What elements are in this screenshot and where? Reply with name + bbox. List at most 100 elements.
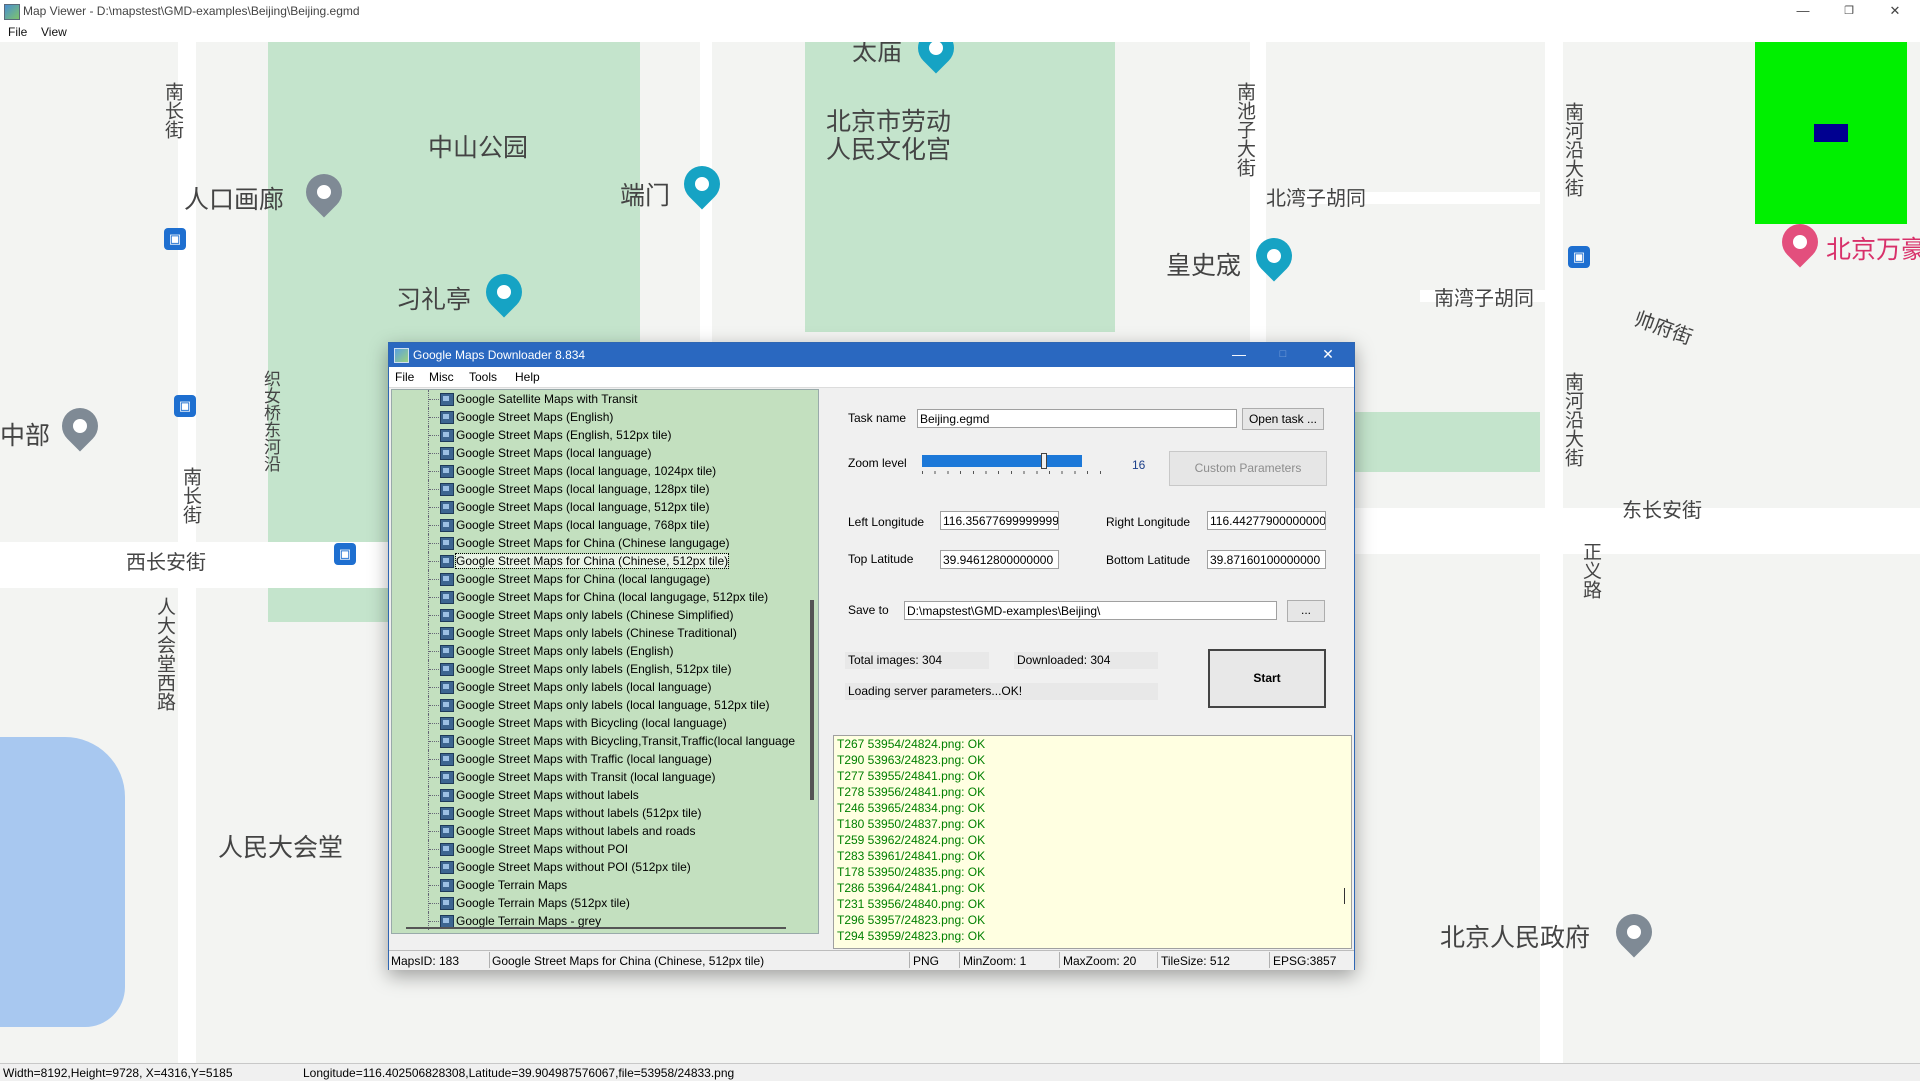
map-list-item[interactable]: Google Street Maps (English, 512px tile) [392,426,802,444]
map-list-hscrollbar[interactable] [392,923,808,933]
bottom-latitude-input[interactable]: 39.87160100000000 [1207,550,1326,569]
dialog-menu-bar: File Misc Tools Help [389,367,1354,388]
label-nanchizi: 南池子大街 [1234,82,1256,177]
map-list-item[interactable]: Google Street Maps only labels (local la… [392,678,802,696]
bus-stop-icon[interactable]: ▣ [174,395,196,417]
map-list-item[interactable]: Google Street Maps without POI (512px ti… [392,858,802,876]
map-list-item[interactable]: Google Street Maps with Traffic (local l… [392,750,802,768]
tree-connector [428,768,439,786]
label-dongchangan: 东长安街 [1622,498,1702,522]
top-latitude-input[interactable]: 39.94612800000000 [940,550,1059,569]
bus-stop-icon[interactable]: ▣ [164,228,186,250]
map-list-item[interactable]: Google Street Maps without POI [392,840,802,858]
download-log[interactable]: T267 53954/24824.png: OK T290 53963/24823… [833,735,1352,949]
map-list-item[interactable]: Google Street Maps for China (local lang… [392,570,802,588]
viewer-menu-file[interactable]: File [8,25,27,39]
map-list-item[interactable]: Google Street Maps (local language, 1024… [392,462,802,480]
map-list-item[interactable]: Google Street Maps without labels (512px… [392,804,802,822]
map-list-item[interactable]: Google Street Maps only labels (Chinese … [392,624,802,642]
map-list-item-label: Google Street Maps only labels (Chinese … [456,608,734,622]
task-name-input[interactable]: Beijing.egmd [917,409,1237,428]
zhongbu-pin-icon[interactable] [54,400,106,452]
save-to-input[interactable]: D:\mapstest\GMD-examples\Beijing\ [904,601,1277,620]
log-line: T259 53962/24824.png: OK [837,833,986,847]
map-list-item[interactable]: Google Street Maps without labels and ro… [392,822,802,840]
dialog-title-bar[interactable]: Google Maps Downloader 8.834 — □ ✕ [389,343,1354,367]
hotel-pin-icon[interactable] [1774,216,1826,268]
map-list-item[interactable]: Google Street Maps for China (Chinese, 5… [392,552,802,570]
map-list-item-label: Google Street Maps (local language) [456,446,652,460]
label-zhongbu: 中部 [0,421,51,450]
map-type-icon [440,411,454,424]
tree-connector [428,570,439,588]
zoom-level-slider[interactable] [919,453,1115,475]
bus-stop-icon[interactable]: ▣ [334,543,356,565]
map-list-vscrollbar[interactable] [808,390,818,931]
map-type-icon [440,807,454,820]
map-list-item[interactable]: Google Street Maps with Transit (local l… [392,768,802,786]
label-renkou-gallery: 人口画廊 [184,185,285,214]
map-list-item-label: Google Street Maps only labels (English) [456,644,674,658]
minimap-viewport[interactable] [1814,124,1848,142]
map-list-item[interactable]: Google Street Maps only labels (Chinese … [392,606,802,624]
status-max-zoom: MaxZoom: 20 [1063,954,1137,968]
beijing-gov-pin-icon[interactable] [1608,906,1660,958]
left-longitude-input[interactable]: 116.35677699999999 [940,511,1059,530]
start-button[interactable]: Start [1208,649,1326,708]
downloaded-field: Downloaded: 304 [1014,652,1158,669]
minimap[interactable] [1755,42,1907,224]
map-list-item-label: Google Street Maps (local language, 128p… [456,482,710,496]
dialog-menu-file[interactable]: File [395,370,414,384]
map-list-item[interactable]: Google Satellite Maps with Transit [392,390,802,408]
dialog-menu-help[interactable]: Help [515,370,540,384]
viewer-title: Map Viewer - D:\mapstest\GMD-examples\Be… [23,4,360,18]
map-list-item[interactable]: Google Street Maps only labels (local la… [392,696,802,714]
minimize-icon[interactable]: — [1780,0,1826,24]
log-line: T267 53954/24824.png: OK [837,737,986,751]
map-list-item[interactable]: Google Street Maps for China (local lang… [392,588,802,606]
map-list-item[interactable]: Google Street Maps (English) [392,408,802,426]
zoom-level-value: 16 [1132,458,1146,472]
map-list-item[interactable]: Google Street Maps (local language, 512p… [392,498,802,516]
bus-stop-icon[interactable]: ▣ [1568,246,1590,268]
map-list-item[interactable]: Google Street Maps (local language) [392,444,802,462]
map-list-item-label: Google Street Maps for China (Chinese la… [456,536,730,550]
map-type-icon [440,393,454,406]
map-list-item[interactable]: Google Street Maps for China (Chinese la… [392,534,802,552]
duanmen-camera-pin-icon[interactable] [676,158,728,210]
labor-palace-park-area [805,42,1115,332]
open-task-button[interactable]: Open task ... [1242,408,1324,430]
viewer-status-bar: Width=8192,Height=9728, X=4316,Y=5185 Lo… [0,1063,1920,1081]
dialog-menu-tools[interactable]: Tools [469,370,497,384]
map-type-icon [440,555,454,568]
map-list-item[interactable]: Google Terrain Maps [392,876,802,894]
map-list-item[interactable]: Google Street Maps with Bicycling (local… [392,714,802,732]
restore-icon[interactable]: ❐ [1826,0,1872,24]
label-renmin-hall: 人民大会堂 [218,833,344,862]
dialog-close-icon[interactable]: ✕ [1306,343,1350,367]
map-list-item[interactable]: Google Street Maps only labels (English,… [392,660,802,678]
dialog-minimize-icon[interactable]: — [1217,343,1261,367]
tree-connector [428,498,439,516]
log-line: T278 53956/24841.png: OK [837,785,986,799]
map-list-item[interactable]: Google Terrain Maps (512px tile) [392,894,802,912]
map-list-item[interactable]: Google Street Maps with Bicycling,Transi… [392,732,802,750]
map-list-item[interactable]: Google Street Maps (local language, 768p… [392,516,802,534]
tree-connector [428,516,439,534]
map-list-item[interactable]: Google Street Maps without labels [392,786,802,804]
map-list-item[interactable]: Google Street Maps only labels (English) [392,642,802,660]
tree-connector [428,732,439,750]
left-longitude-label: Left Longitude [848,515,925,529]
map-type-tree[interactable]: Google Satellite Maps with Transit Google… [391,389,819,934]
map-list-item-label: Google Street Maps only labels (local la… [456,698,770,712]
viewer-menu-view[interactable]: View [41,25,67,39]
map-list-item[interactable]: Google Street Maps (local language, 128p… [392,480,802,498]
viewer-title-bar: Map Viewer - D:\mapstest\GMD-examples\Be… [0,0,1920,24]
browse-folder-button[interactable]: ... [1287,600,1325,622]
close-icon[interactable]: ✕ [1872,0,1918,24]
tree-connector [428,408,439,426]
tree-connector [428,480,439,498]
map-type-icon [440,789,454,802]
right-longitude-input[interactable]: 116.44277900000000 [1207,511,1326,530]
dialog-menu-misc[interactable]: Misc [429,370,454,384]
